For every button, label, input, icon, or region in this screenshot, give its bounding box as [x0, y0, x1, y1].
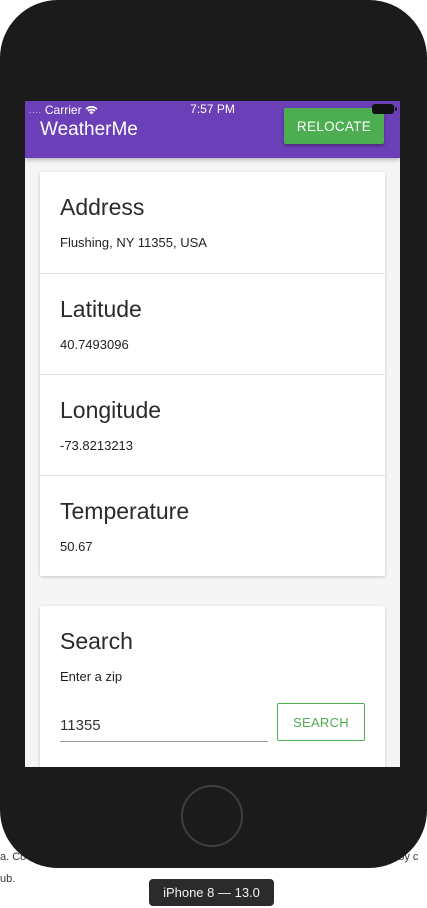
search-button[interactable]: SEARCH [277, 703, 365, 741]
address-value: Flushing, NY 11355, USA [60, 235, 207, 250]
longitude-value: -73.8213213 [60, 438, 134, 453]
temperature-value: 50.67 [60, 539, 93, 554]
app-screen: WeatherMe RELOCATE .... Carrier 7:57 PM … [25, 101, 400, 767]
longitude-label: Longitude [60, 397, 162, 423]
search-hint: Enter a zip [60, 669, 123, 684]
latitude-value: 40.7493096 [60, 337, 129, 352]
search-card: Search Enter a zip SEARCH [40, 606, 385, 767]
background-text-line2: ub. [0, 873, 16, 885]
status-time: 7:57 PM [190, 102, 235, 116]
temperature-item: Temperature 50.67 [40, 475, 385, 576]
longitude-item: Longitude -73.8213213 [40, 374, 385, 475]
device-label: iPhone 8 — 13.0 [149, 879, 274, 906]
address-item: Address Flushing, NY 11355, USA [40, 172, 385, 273]
latitude-item: Latitude 40.7493096 [40, 273, 385, 374]
home-button[interactable] [181, 785, 243, 847]
app-title: WeatherMe [40, 119, 138, 140]
location-info-card: Address Flushing, NY 11355, USA Latitude… [40, 172, 385, 576]
address-label: Address [60, 194, 145, 220]
status-bar: .... Carrier 7:57 PM [25, 101, 400, 119]
battery-icon [372, 104, 397, 114]
device-frame: WeatherMe RELOCATE .... Carrier 7:57 PM … [0, 0, 427, 868]
temperature-label: Temperature [60, 498, 190, 524]
latitude-label: Latitude [60, 296, 142, 322]
zip-input[interactable] [60, 710, 268, 742]
search-title: Search [60, 628, 133, 654]
